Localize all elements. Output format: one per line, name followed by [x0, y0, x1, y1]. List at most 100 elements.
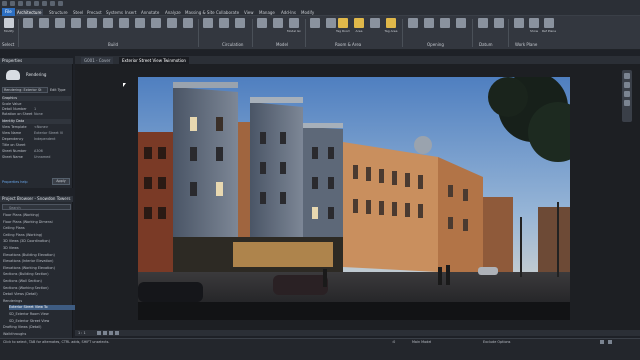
browser-tree-item[interactable]: Floor Plans (Working) [3, 213, 71, 218]
browser-tree-item[interactable]: Ceiling Plans (Working) [3, 233, 71, 238]
browser-tree-item[interactable]: Sections (Building Section) [3, 272, 71, 277]
dormer-button[interactable] [454, 18, 468, 28]
view-tab[interactable]: G001 - Cover [81, 57, 114, 64]
browser-tree-item[interactable]: Walkthroughs [3, 332, 71, 337]
ribbon-tab-structure[interactable]: Structure [48, 9, 69, 16]
browser-search-field[interactable]: Search [2, 204, 71, 210]
text-icon[interactable] [50, 1, 55, 6]
shaft-button[interactable] [422, 18, 436, 28]
tag-room-button[interactable]: Tag Room [336, 18, 350, 33]
identity-value[interactable]: Exterior Street Vi [34, 131, 63, 136]
identity-row[interactable]: Sheet Name Unnamed [2, 155, 71, 160]
model-group-button[interactable]: Model Group [287, 18, 301, 33]
wall-button[interactable] [21, 18, 35, 28]
instance-selector[interactable]: Rendering: Exterior St [2, 87, 48, 93]
property-row[interactable]: Rotation on Sheet None [2, 112, 71, 117]
measure-icon[interactable] [42, 1, 47, 6]
tag-area-button[interactable]: Tag Area [384, 18, 398, 33]
model-text-button[interactable] [255, 18, 269, 28]
properties-help-link[interactable]: Properties help [2, 180, 28, 184]
mullion-button[interactable] [181, 18, 195, 28]
browser-tree-item[interactable]: Sections (Working Section) [3, 286, 71, 291]
ribbon-tab-view[interactable]: View [243, 9, 255, 16]
model-line-button[interactable] [271, 18, 285, 28]
design-option-main-model[interactable]: Main Model [412, 340, 431, 344]
column-button[interactable] [85, 18, 99, 28]
browser-tree-item[interactable]: Drafting Views (Detail) [3, 325, 71, 330]
pan-icon[interactable] [624, 100, 630, 106]
zoom-icon[interactable] [624, 91, 630, 97]
apply-button[interactable]: Apply [52, 178, 70, 185]
steering-wheel-icon[interactable] [624, 82, 630, 88]
browser-tree-item[interactable]: Elevations (Building Elevation) [3, 253, 71, 258]
3d-view-icon[interactable] [58, 1, 63, 6]
ribbon-tab-annotate[interactable]: Annotate [140, 9, 160, 16]
curtain-system-button[interactable] [149, 18, 163, 28]
identity-value[interactable]: A306 [34, 149, 43, 154]
browser-tree-item[interactable]: Floor Plans (Working Dimensi [3, 220, 71, 225]
select-links-icon[interactable] [608, 340, 612, 344]
grid-button[interactable] [492, 18, 506, 28]
undo-icon[interactable] [18, 1, 23, 6]
ceiling-button[interactable] [117, 18, 131, 28]
by-face-button[interactable] [406, 18, 420, 28]
set-button[interactable] [512, 18, 526, 28]
ramp-button[interactable] [217, 18, 231, 28]
detail-level-icon[interactable] [97, 331, 101, 335]
ribbon-tab-massing-site[interactable]: Massing & Site [184, 9, 216, 16]
browser-tree-item[interactable]: Sections (Wall Section) [3, 279, 71, 284]
identity-value[interactable]: <None> [34, 125, 49, 130]
level-button[interactable] [476, 18, 490, 28]
ribbon-tab-modify[interactable]: Modify [300, 9, 315, 16]
edit-type-button[interactable]: Edit Type [50, 87, 71, 93]
stair-button[interactable] [233, 18, 247, 28]
identity-row[interactable]: Title on Sheet [2, 143, 71, 148]
browser-tree-item[interactable]: Exterior Street View To [9, 305, 77, 311]
identity-value[interactable]: Unnamed [34, 155, 50, 160]
ribbon-tab-precast[interactable]: Precast [86, 9, 103, 16]
show-button[interactable]: Show [527, 18, 541, 33]
browser-tree-item[interactable]: Renderings [3, 299, 71, 304]
redo-icon[interactable] [26, 1, 31, 6]
roof-button[interactable] [101, 18, 115, 28]
ribbon-tab-add-ins[interactable]: Add-Ins [280, 9, 297, 16]
ribbon-tab-systems[interactable]: Systems [105, 9, 124, 16]
browser-tree-item[interactable]: 3D Views [3, 246, 71, 251]
door-button[interactable] [37, 18, 51, 28]
component-button[interactable] [69, 18, 83, 28]
ribbon-tab-manage[interactable]: Manage [258, 9, 276, 16]
property-value[interactable]: None [34, 112, 43, 117]
select-dropdown[interactable]: Select [2, 42, 14, 47]
browser-tree-item[interactable]: Elevations (Working Elevation) [3, 266, 71, 271]
browser-tree-item[interactable]: SD_Exterior Room View [9, 312, 77, 317]
railing-button[interactable] [201, 18, 215, 28]
ribbon-tab-analyze[interactable]: Analyze [164, 9, 182, 16]
area-boundary-button[interactable] [368, 18, 382, 28]
browser-tree-item[interactable]: Elevations (Interior Elevation) [3, 259, 71, 264]
browser-tree-item[interactable]: Ceiling Plans [3, 226, 71, 231]
wall-opening-button[interactable] [438, 18, 452, 28]
visual-style-icon[interactable] [103, 331, 107, 335]
area-button[interactable]: Area [352, 18, 366, 33]
ribbon-tab-collaborate[interactable]: Collaborate [215, 9, 240, 16]
sun-path-icon[interactable] [109, 331, 113, 335]
browser-tree-item[interactable]: Detail Views (Detail) [3, 292, 71, 297]
identity-row[interactable]: Sheet Number A306 [2, 149, 71, 154]
ribbon-tab-file[interactable]: File [2, 8, 15, 16]
ref-plane-button[interactable]: Ref Plane [542, 18, 556, 33]
ribbon-tab-steel[interactable]: Steel [72, 9, 84, 16]
section-graphics[interactable]: Graphics [2, 96, 71, 101]
ribbon-tab-insert[interactable]: Insert [124, 9, 137, 16]
ribbon-tab-architecture[interactable]: Architecture [16, 9, 43, 16]
window-button[interactable] [53, 18, 67, 28]
filter-icon[interactable] [600, 340, 604, 344]
browser-tree-item[interactable]: SD_Exterior Street View [9, 319, 77, 324]
open-icon[interactable] [2, 1, 7, 6]
browser-tree-item[interactable]: 3D Views (3D Coordination) [3, 239, 71, 244]
view-tab[interactable]: Exterior Street View Twinmotion [119, 57, 189, 64]
section-identity[interactable]: Identity Data [2, 119, 71, 124]
view-scale[interactable]: 1 : 1 [78, 330, 86, 336]
floor-button[interactable] [133, 18, 147, 28]
identity-value[interactable]: Independent [34, 137, 56, 142]
curtain-grid-button[interactable] [165, 18, 179, 28]
